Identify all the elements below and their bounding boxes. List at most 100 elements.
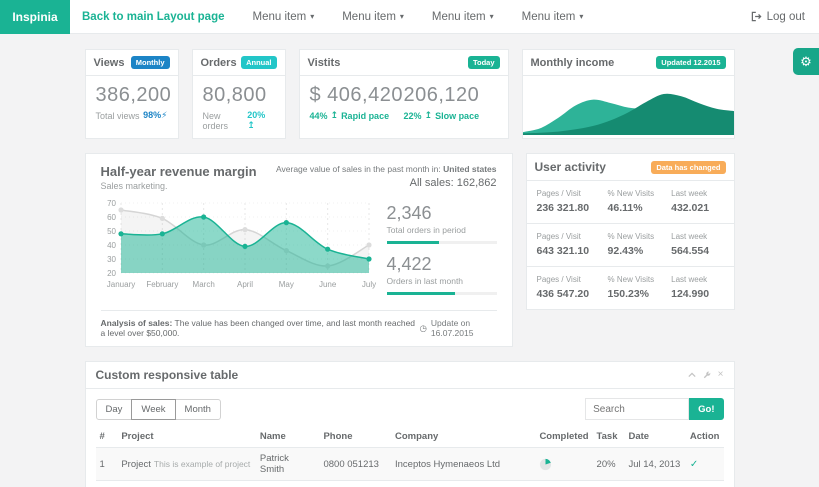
progress-bar	[387, 241, 497, 244]
data-changed-badge: Data has changed	[651, 161, 725, 174]
monthly-income-chart	[523, 76, 734, 135]
check-icon: ✓	[690, 459, 698, 470]
caret-down-icon: ▾	[400, 12, 404, 21]
visits-right-value: 206,120	[404, 84, 498, 107]
visits-right-delta: 22%	[404, 111, 422, 121]
income-card-title: Monthly income	[531, 57, 615, 69]
collapse-chevron-up-icon[interactable]	[688, 371, 696, 379]
menu-item-3[interactable]: Menu item ▾	[432, 11, 494, 23]
orders-card-title: Orders	[201, 57, 237, 69]
close-icon[interactable]: ×	[718, 370, 724, 380]
table-row: 2 Alpha project Alice Jackson 0500 78090…	[96, 481, 724, 487]
responsive-table-panel: Custom responsive table × Day Week Month…	[85, 361, 735, 487]
monthly-income-card: Monthly income Updated 12.2015	[522, 49, 735, 139]
svg-text:50: 50	[107, 227, 116, 236]
caret-down-icon: ▾	[310, 12, 314, 21]
gears-icon: ⚙	[800, 55, 812, 68]
revenue-margin-panel: Half-year revenue margin Sales marketing…	[85, 153, 513, 347]
revenue-panel-subtitle: Sales marketing.	[101, 181, 257, 191]
avg-sales-text: Average value of sales in the past month…	[276, 164, 443, 174]
filter-day-button[interactable]: Day	[96, 399, 133, 420]
bolt-icon: ⚡	[161, 110, 167, 120]
svg-text:June: June	[318, 280, 336, 289]
svg-text:January: January	[106, 280, 134, 289]
back-to-layout-link[interactable]: Back to main Layout page	[82, 11, 225, 23]
updated-badge: Updated 12.2015	[656, 56, 725, 69]
search-input[interactable]	[585, 398, 689, 420]
analysis-label: Analysis of sales:	[101, 318, 173, 328]
views-card-title: Views	[94, 57, 125, 69]
sign-out-icon	[751, 11, 762, 22]
orders-delta: 20%	[247, 110, 265, 120]
activity-row: Pages / Visit436 547.20 % New Visits150.…	[527, 267, 734, 309]
nav-menu: Menu item ▾ Menu item ▾ Menu item ▾ Menu…	[253, 11, 584, 23]
orders-value: 80,800	[203, 84, 275, 107]
visits-right-label: Slow pace	[435, 111, 479, 121]
all-sales-label: All sales:	[410, 177, 457, 189]
menu-item-2[interactable]: Menu item ▾	[342, 11, 404, 23]
menu-item-4[interactable]: Menu item ▾	[522, 11, 584, 23]
table-header-row: # Project Name Phone Company Completed T…	[96, 427, 724, 448]
activity-row: Pages / Visit236 321.80 % New Visits46.1…	[527, 181, 734, 224]
revenue-panel-title: Half-year revenue margin	[101, 164, 257, 179]
today-badge: Today	[468, 56, 500, 69]
views-value: 386,200	[96, 84, 168, 107]
svg-text:May: May	[278, 280, 293, 289]
brand-logo[interactable]: Inspinia	[0, 0, 70, 34]
svg-text:March: March	[192, 280, 214, 289]
visits-left-label: Rapid pace	[341, 111, 389, 121]
logout-button[interactable]: Log out	[751, 11, 805, 23]
filter-month-button[interactable]: Month	[175, 399, 221, 420]
views-delta: 98%	[143, 110, 161, 120]
theme-config-button[interactable]: ⚙	[793, 48, 819, 75]
stat-cards-row: Views Monthly 386,200 Total views 98%⚡ O…	[85, 49, 735, 139]
table-row: 1 ProjectThis is example of project Patr…	[96, 448, 724, 481]
update-date-text: Update on 16.07.2015	[431, 318, 497, 338]
completed-pie-icon	[539, 458, 552, 471]
level-up-icon: ↥	[425, 110, 433, 121]
svg-text:20: 20	[107, 269, 116, 278]
progress-bar	[387, 292, 497, 295]
views-label: Total views	[96, 111, 140, 121]
clock-icon: ◷	[419, 323, 426, 334]
orders-label: New orders	[203, 111, 248, 131]
visits-card: Vistits Today $ 406,420 44% ↥ Rapid pace…	[299, 49, 509, 139]
orders-in-period-label: Total orders in period	[387, 225, 497, 235]
caret-down-icon: ▾	[490, 12, 494, 21]
level-up-icon: ↥	[331, 110, 339, 121]
orders-last-month-label: Orders in last month	[387, 276, 497, 286]
orders-last-month-value: 4,422	[387, 254, 497, 275]
annual-badge: Annual	[241, 56, 276, 69]
caret-down-icon: ▾	[579, 12, 583, 21]
svg-text:February: February	[146, 280, 178, 289]
filter-week-button[interactable]: Week	[131, 399, 175, 420]
visits-left-delta: 44%	[310, 111, 328, 121]
svg-text:40: 40	[107, 241, 116, 250]
go-button[interactable]: Go!	[689, 398, 723, 420]
table-panel-title: Custom responsive table	[96, 368, 239, 382]
level-up-icon: ↥	[247, 120, 255, 130]
monthly-badge: Monthly	[131, 56, 170, 69]
svg-text:April: April	[236, 280, 252, 289]
user-activity-panel: User activity Data has changed Pages / V…	[526, 153, 735, 310]
visits-card-title: Vistits	[308, 57, 341, 69]
content-area: Views Monthly 386,200 Total views 98%⚡ O…	[85, 49, 735, 487]
svg-text:60: 60	[107, 213, 116, 222]
menu-item-1[interactable]: Menu item ▾	[253, 11, 315, 23]
activity-row: Pages / Visit643 321.10 % New Visits92.4…	[527, 224, 734, 267]
project-name: Project	[121, 459, 151, 470]
projects-table: # Project Name Phone Company Completed T…	[96, 427, 724, 487]
visits-left-value: $ 406,420	[310, 84, 404, 107]
orders-card: Orders Annual 80,800 New orders 20% ↥	[192, 49, 286, 139]
revenue-margin-chart: 70 60 50 40 30 20 January February March April May…	[101, 197, 373, 293]
svg-text:30: 30	[107, 255, 116, 264]
all-sales-value: 162,862	[457, 177, 497, 189]
svg-text:70: 70	[107, 199, 116, 208]
user-activity-title: User activity	[535, 160, 606, 174]
top-navbar: Inspinia Back to main Layout page Menu i…	[0, 0, 819, 34]
orders-in-period-value: 2,346	[387, 203, 497, 224]
views-card: Views Monthly 386,200 Total views 98%⚡	[85, 49, 179, 139]
project-note: This is example of project	[154, 459, 250, 469]
period-filter-group: Day Week Month	[96, 399, 221, 420]
wrench-icon[interactable]	[703, 371, 711, 379]
